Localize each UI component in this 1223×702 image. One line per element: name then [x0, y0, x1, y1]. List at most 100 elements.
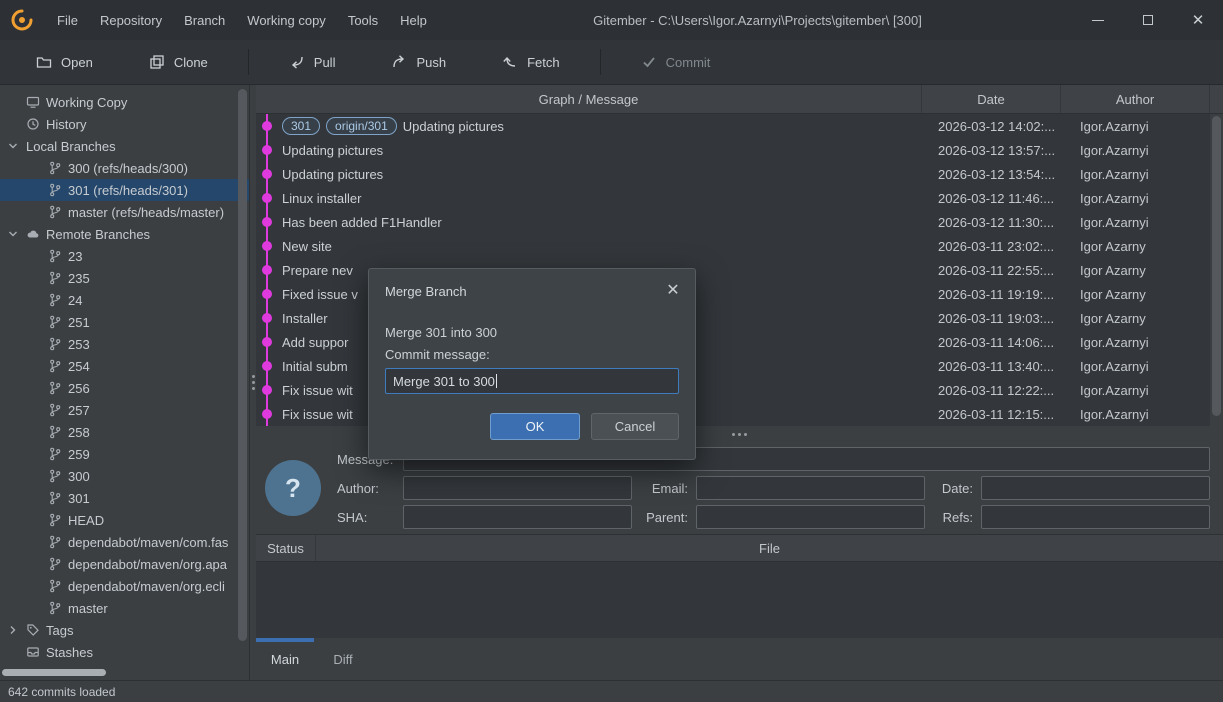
pull-button[interactable]: Pull	[273, 47, 352, 77]
sidebar-item-251[interactable]: 251	[0, 311, 249, 333]
commit-row[interactable]: Updating pictures2026-03-12 13:54:...Igo…	[256, 162, 1223, 186]
column-header-status[interactable]: Status	[256, 535, 316, 561]
sidebar-item-dependabot-maven-org-apa[interactable]: dependabot/maven/org.apa	[0, 553, 249, 575]
branch-icon	[48, 601, 62, 615]
branch-icon	[48, 557, 62, 571]
refs-field[interactable]	[981, 505, 1210, 529]
file-table-body	[256, 562, 1223, 638]
cancel-button[interactable]: Cancel	[591, 413, 679, 440]
sidebar-item-dependabot-maven-org-ecli[interactable]: dependabot/maven/org.ecli	[0, 575, 249, 597]
parent-field[interactable]	[696, 505, 925, 529]
maximize-button[interactable]	[1123, 0, 1173, 40]
toolbar-separator	[248, 49, 249, 75]
commit-graph-dot	[256, 354, 282, 378]
sidebar-item-master-refs-heads-master[interactable]: master (refs/heads/master)	[0, 201, 249, 223]
menu-help[interactable]: Help	[389, 13, 438, 28]
minimize-button[interactable]	[1073, 0, 1123, 40]
commit-row[interactable]: Linux installer2026-03-12 11:46:...Igor.…	[256, 186, 1223, 210]
sidebar-item-24[interactable]: 24	[0, 289, 249, 311]
author-label: Author:	[335, 481, 397, 496]
tab-main[interactable]: Main	[256, 638, 314, 680]
menubar: FileRepositoryBranchWorking copyToolsHel…	[46, 13, 438, 28]
sidebar-vertical-scrollbar[interactable]	[238, 89, 247, 641]
clone-button[interactable]: Clone	[133, 47, 224, 77]
chevron-down-icon	[6, 139, 20, 153]
sidebar-item-label: 24	[68, 293, 82, 308]
sidebar-item-label: 300 (refs/heads/300)	[68, 161, 188, 176]
commit-date: 2026-03-12 11:30:...	[935, 215, 1074, 230]
dialog-close-icon[interactable]: ✕	[663, 281, 683, 301]
column-header-graph-message[interactable]: Graph / Message	[256, 85, 922, 113]
sidebar-item-remote-branches[interactable]: Remote Branches	[0, 223, 249, 245]
commit-table-scrollbar-track[interactable]	[1210, 114, 1223, 426]
sidebar-item-300-refs-heads-300[interactable]: 300 (refs/heads/300)	[0, 157, 249, 179]
minimize-icon	[1092, 20, 1104, 21]
branch-icon	[48, 513, 62, 527]
commit-message: Add suppor	[282, 335, 349, 350]
commit-row[interactable]: Updating pictures2026-03-12 13:57:...Igo…	[256, 138, 1223, 162]
sidebar-item-local-branches[interactable]: Local Branches	[0, 135, 249, 157]
commit-button[interactable]: Commit	[625, 47, 727, 77]
commit-table-scrollbar-thumb[interactable]	[1212, 116, 1221, 416]
sidebar-item-tags[interactable]: Tags	[0, 619, 249, 641]
commit-message: Fix issue wit	[282, 407, 353, 422]
clone-icon	[149, 54, 165, 70]
menu-repository[interactable]: Repository	[89, 13, 173, 28]
commit-row[interactable]: 301origin/301Updating pictures2026-03-12…	[256, 114, 1223, 138]
sidebar-item-dependabot-maven-com-fas[interactable]: dependabot/maven/com.fas	[0, 531, 249, 553]
branch-icon	[48, 447, 62, 461]
close-button[interactable]: ✕	[1173, 0, 1223, 40]
tab-diff[interactable]: Diff	[314, 638, 372, 680]
sha-field[interactable]	[403, 505, 632, 529]
commit-graph-dot	[256, 186, 282, 210]
sidebar-item-master[interactable]: master	[0, 597, 249, 619]
fetch-button[interactable]: Fetch	[486, 47, 576, 77]
menu-branch[interactable]: Branch	[173, 13, 236, 28]
sidebar-item-working-copy[interactable]: Working Copy	[0, 91, 249, 113]
commit-message-input[interactable]: Merge 301 to 300	[385, 368, 679, 394]
commit-message-cell: Updating pictures	[282, 167, 935, 182]
parent-label: Parent:	[638, 510, 690, 525]
column-header-author[interactable]: Author	[1061, 85, 1210, 113]
email-field[interactable]	[696, 476, 925, 500]
sidebar-item-259[interactable]: 259	[0, 443, 249, 465]
file-table-header: Status File	[256, 534, 1223, 562]
commit-graph-dot	[256, 306, 282, 330]
sidebar-item-235[interactable]: 235	[0, 267, 249, 289]
commit-date: 2026-03-12 11:46:...	[935, 191, 1074, 206]
sidebar-item-head[interactable]: HEAD	[0, 509, 249, 531]
sidebar-item-history[interactable]: History	[0, 113, 249, 135]
column-header-file[interactable]: File	[316, 535, 1223, 561]
date-field[interactable]	[981, 476, 1210, 500]
author-field[interactable]	[403, 476, 632, 500]
column-header-date[interactable]: Date	[922, 85, 1061, 113]
sidebar-item-301-refs-heads-301[interactable]: 301 (refs/heads/301)	[0, 179, 249, 201]
sidebar-item-23[interactable]: 23	[0, 245, 249, 267]
app-window: FileRepositoryBranchWorking copyToolsHel…	[0, 0, 1223, 702]
sidebar-item-258[interactable]: 258	[0, 421, 249, 443]
titlebar: FileRepositoryBranchWorking copyToolsHel…	[0, 0, 1223, 40]
menu-working-copy[interactable]: Working copy	[236, 13, 337, 28]
sha-label: SHA:	[335, 510, 397, 525]
sidebar-item-254[interactable]: 254	[0, 355, 249, 377]
sidebar-item-stashes[interactable]: Stashes	[0, 641, 249, 663]
menu-tools[interactable]: Tools	[337, 13, 389, 28]
commit-row[interactable]: Has been added F1Handler 2026-03-12 11:30…	[256, 210, 1223, 234]
sidebar-item-301[interactable]: 301	[0, 487, 249, 509]
commit-date: 2026-03-11 23:02:...	[935, 239, 1074, 254]
sidebar-item-label: 253	[68, 337, 90, 352]
commit-row[interactable]: New site2026-03-11 23:02:...Igor Azarny	[256, 234, 1223, 258]
sidebar-item-256[interactable]: 256	[0, 377, 249, 399]
ok-button[interactable]: OK	[490, 413, 580, 440]
close-icon: ✕	[1192, 13, 1205, 28]
sidebar-item-253[interactable]: 253	[0, 333, 249, 355]
push-button[interactable]: Push	[375, 47, 462, 77]
sidebar-tree: Working CopyHistoryLocal Branches 300 (re…	[0, 85, 249, 663]
sidebar-item-257[interactable]: 257	[0, 399, 249, 421]
sidebar-horizontal-scrollbar[interactable]	[2, 669, 106, 676]
sidebar-item-300[interactable]: 300	[0, 465, 249, 487]
menu-file[interactable]: File	[46, 13, 89, 28]
sidebar-item-label: master	[68, 601, 108, 616]
open-button[interactable]: Open	[20, 47, 109, 77]
commit-message: Has been added F1Handler	[282, 215, 442, 230]
